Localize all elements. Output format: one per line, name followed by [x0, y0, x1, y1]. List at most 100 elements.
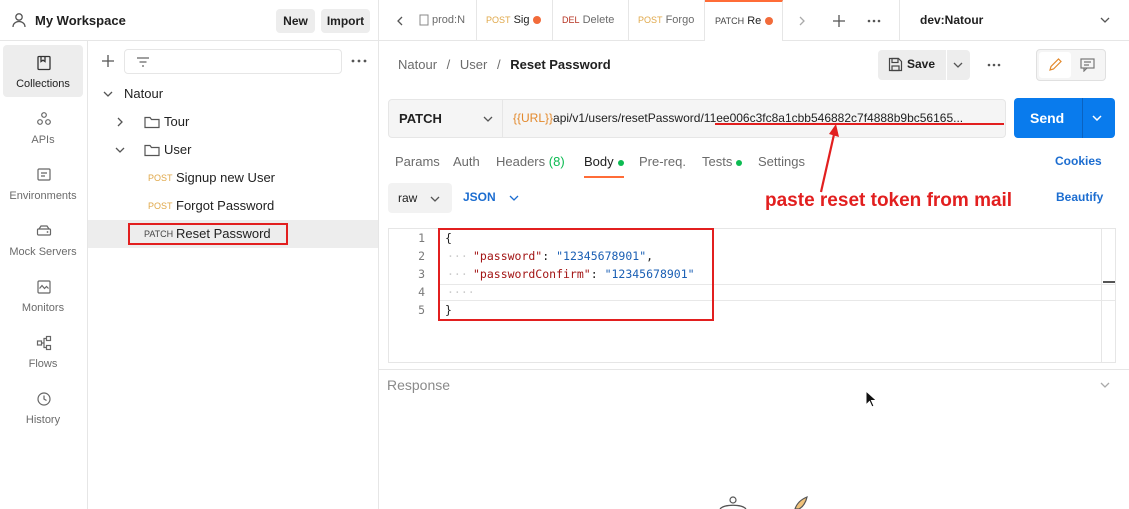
rail-item-history[interactable]: History [3, 381, 83, 433]
more-options-icon[interactable] [351, 59, 367, 63]
request-options-icon[interactable] [987, 63, 1001, 67]
chevron-right-icon[interactable] [799, 16, 805, 26]
body-format-label: JSON [463, 190, 496, 204]
tests-indicator [736, 159, 743, 166]
method-badge: POST [148, 201, 173, 211]
request-reset-password[interactable]: PATCH Reset Password [88, 220, 378, 248]
token-underline [715, 123, 1004, 125]
request-signup-new-user[interactable]: POST Signup new User [88, 164, 378, 192]
url-variable: {{URL}} [513, 111, 554, 125]
tab-settings[interactable]: Settings [758, 154, 805, 169]
folder-label: User [164, 142, 192, 157]
environment-label: dev:Natour [920, 13, 984, 27]
tab-body[interactable]: Body [584, 154, 624, 178]
save-button-group: Save [878, 50, 970, 80]
save-button[interactable]: Save [907, 57, 935, 71]
add-tab-icon[interactable] [832, 14, 846, 28]
rail-label: Collections [16, 78, 70, 90]
collections-icon [36, 55, 52, 71]
rail-item-apis[interactable]: APIs [3, 101, 83, 153]
new-button[interactable]: New [276, 9, 315, 33]
scrollbar-track[interactable] [1101, 229, 1102, 362]
method-badge: PATCH [715, 16, 745, 26]
filter-input[interactable] [124, 49, 342, 74]
request-label: Forgot Password [176, 198, 275, 213]
method-select[interactable]: PATCH [388, 99, 503, 138]
body-format-select[interactable]: JSON [463, 190, 523, 206]
rail-label: APIs [31, 134, 55, 146]
method-label: PATCH [399, 111, 442, 126]
mock-servers-icon [36, 223, 52, 239]
unsaved-dot [533, 16, 542, 25]
tab-options-icon[interactable] [867, 19, 881, 23]
folder-icon [144, 115, 160, 129]
breadcrumb-collection[interactable]: Natour [398, 57, 437, 72]
scrollbar-marker [1103, 281, 1115, 283]
tab-tests[interactable]: Tests [702, 154, 743, 169]
tab-params[interactable]: Params [395, 154, 440, 169]
headers-label: Headers [496, 154, 546, 169]
request-label: Signup new User [176, 170, 275, 185]
environment-selector[interactable]: dev:Natour [899, 0, 1129, 40]
tab-delete[interactable]: DEL Delete [553, 0, 629, 41]
url-path: api/v1/users/resetPassword/ [553, 111, 704, 125]
folder-tour[interactable]: Tour [88, 108, 378, 136]
rail-label: History [25, 414, 61, 426]
folder-user[interactable]: User [88, 136, 378, 164]
highlight-box [438, 228, 714, 321]
rail-item-environments[interactable]: Environments [3, 157, 83, 209]
tab-forgot[interactable]: POST Forgo [629, 0, 705, 41]
tab-auth[interactable]: Auth [453, 154, 480, 169]
rail-label: Environments [9, 190, 77, 202]
body-mode-select[interactable]: raw [388, 183, 452, 213]
tab-prod-natour[interactable]: prod:N [417, 0, 477, 41]
body-indicator [617, 159, 624, 166]
request-forgot-password[interactable]: POST Forgot Password [88, 192, 378, 220]
rail-item-flows[interactable]: Flows [3, 325, 83, 377]
save-icon [888, 57, 903, 72]
breadcrumb-folder[interactable]: User [460, 57, 487, 72]
comment-icon[interactable] [1080, 58, 1095, 72]
beautify-link[interactable]: Beautify [1056, 190, 1103, 204]
filter-icon [136, 56, 150, 68]
import-button[interactable]: Import [321, 9, 370, 33]
apis-icon [36, 111, 52, 127]
monitors-icon [36, 279, 52, 295]
headers-count: (8) [548, 154, 565, 169]
tab-headers[interactable]: Headers (8) [496, 154, 565, 169]
edit-mode-button[interactable] [1039, 52, 1071, 78]
workspace-title[interactable]: My Workspace [35, 13, 126, 28]
tab-reset-password[interactable]: PATCH Re [705, 0, 783, 41]
collection-natour[interactable]: Natour [88, 80, 378, 108]
rail-item-monitors[interactable]: Monitors [3, 269, 83, 321]
chevron-down-icon [509, 195, 519, 201]
url-input[interactable]: {{URL}}api/v1/users/resetPassword/11ee00… [503, 99, 1006, 138]
cookies-link[interactable]: Cookies [1055, 154, 1102, 168]
chevron-down-icon [483, 116, 493, 122]
chevron-right-icon [117, 117, 123, 127]
tab-label: prod:N [432, 14, 466, 26]
unsaved-dot [765, 17, 774, 26]
collection-tree: Natour Tour User POST Signup new User PO… [88, 41, 379, 509]
chevron-down-icon[interactable] [1100, 382, 1110, 388]
add-collection-icon[interactable] [101, 54, 115, 68]
rail-label: Flows [28, 358, 58, 370]
chevron-down-icon[interactable] [1092, 115, 1102, 121]
tab-label: Forgo [665, 14, 695, 26]
rail-item-mock-servers[interactable]: Mock Servers [3, 213, 83, 265]
send-button[interactable]: Send [1030, 98, 1064, 138]
chevron-down-icon [103, 91, 113, 97]
tab-prereq[interactable]: Pre-req. [639, 154, 686, 169]
tab-signup[interactable]: POST Sig [477, 0, 553, 41]
breadcrumb-current[interactable]: Reset Password [510, 57, 610, 72]
chevron-left-icon[interactable] [397, 16, 403, 26]
response-label: Response [387, 377, 451, 393]
method-badge: PATCH [144, 229, 174, 239]
body-mode-label: raw [398, 191, 418, 205]
request-label: Reset Password [176, 226, 271, 241]
line-number: 1 [418, 231, 425, 245]
chevron-down-icon [430, 196, 440, 202]
chevron-down-icon[interactable] [953, 62, 963, 68]
mouse-cursor-icon [865, 390, 877, 408]
rail-item-collections[interactable]: Collections [3, 45, 83, 97]
